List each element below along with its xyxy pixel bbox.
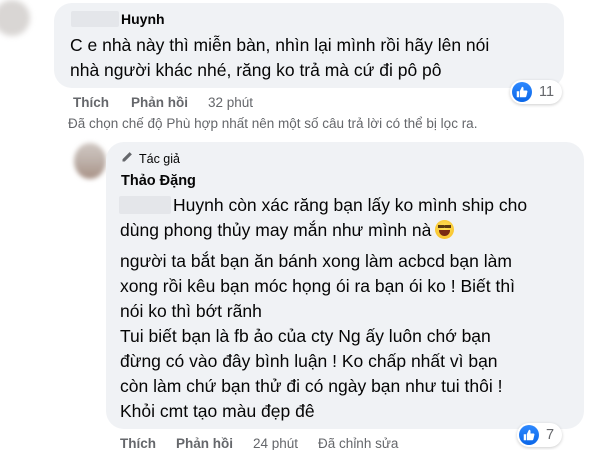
reaction-summary[interactable]: 7 <box>517 423 563 447</box>
comment-author[interactable]: Huynh <box>121 11 165 27</box>
reply-button[interactable]: Phản hồi <box>131 95 188 110</box>
filter-notice: Đã chọn chế độ Phù hợp nhất nên một số c… <box>68 116 478 131</box>
reply-author[interactable]: Thảo Đặng <box>121 173 196 189</box>
like-button[interactable]: Thích <box>73 95 109 110</box>
like-icon <box>512 82 532 102</box>
reply-text-line: Khỏi cmt tạo màu đẹp đê <box>120 401 315 421</box>
reply-timestamp[interactable]: 24 phút <box>253 436 298 450</box>
reply-text-line: người ta bắt bạn ăn bánh xong làm acbcd … <box>120 251 512 271</box>
redacted-name <box>71 11 119 27</box>
reply-text-line: còn làm chứ bạn thử đi có ngày bạn như t… <box>120 376 503 396</box>
author-badge: Tác giả <box>121 151 180 166</box>
author-badge-label: Tác giả <box>139 151 180 166</box>
like-icon <box>519 425 539 445</box>
reaction-summary[interactable]: 11 <box>510 80 563 104</box>
comment-text-line: nhà người khác nhé, răng ko trả mà cứ đi… <box>70 60 442 80</box>
author-avatar[interactable] <box>74 143 106 179</box>
reply-text-line: Tui biết bạn là fb ảo của cty Ng ấy luôn… <box>120 326 491 346</box>
like-button[interactable]: Thích <box>120 436 156 450</box>
commenter-avatar[interactable] <box>0 0 30 36</box>
comment-text-line: C e nhà này thì miễn bàn, nhìn lại mình … <box>70 35 490 55</box>
reply-text-line: Huynh còn xác răng bạn lấy ko mình ship … <box>173 195 528 215</box>
pencil-icon <box>121 151 133 166</box>
reply-text-line: nói ko thì bớt rãnh <box>120 301 262 321</box>
reaction-count: 7 <box>546 427 555 443</box>
comment-timestamp[interactable]: 32 phút <box>208 95 253 110</box>
reply-text-line: xong rồi kêu bạn móc họng ói ra bạn ói k… <box>120 276 515 296</box>
reply-text-line: dùng phong thủy may mắn như mình nà <box>120 218 455 243</box>
redacted-mention[interactable] <box>119 196 171 214</box>
laughing-emoji-icon <box>435 220 455 239</box>
reply-text-line: đừng có vào đây bình luận ! Ko chấp nhất… <box>120 351 498 371</box>
comment-actions: Thích Phản hồi 32 phút <box>73 95 253 110</box>
edited-label[interactable]: Đã chỉnh sửa <box>318 436 398 450</box>
reaction-count: 11 <box>539 84 555 100</box>
reply-actions: Thích Phản hồi 24 phút Đã chỉnh sửa <box>120 436 398 450</box>
reply-button[interactable]: Phản hồi <box>176 436 233 450</box>
